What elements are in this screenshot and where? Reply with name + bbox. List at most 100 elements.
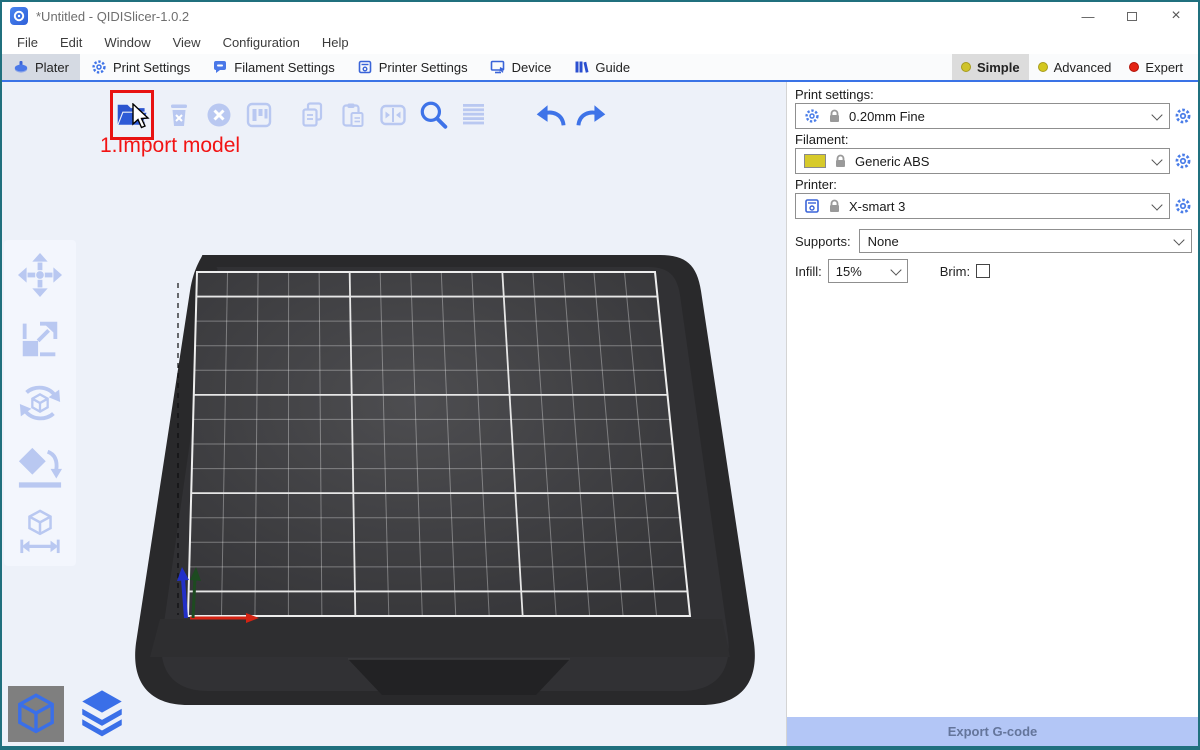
delete-all-button[interactable] bbox=[202, 95, 236, 135]
supports-combo[interactable]: None bbox=[859, 229, 1192, 253]
gear-icon bbox=[91, 59, 107, 75]
window-title: *Untitled - QIDISlicer-1.0.2 bbox=[36, 9, 189, 24]
editor-view-button[interactable] bbox=[8, 686, 64, 742]
delete-button[interactable] bbox=[162, 95, 196, 135]
printer-value: X-smart 3 bbox=[849, 199, 905, 214]
chevron-down-icon bbox=[890, 264, 901, 275]
rotate-tool-button[interactable] bbox=[16, 378, 64, 428]
tab-guide[interactable]: Guide bbox=[562, 54, 641, 80]
move-tool-button[interactable] bbox=[16, 250, 64, 300]
tab-label: Printer Settings bbox=[379, 60, 468, 75]
app-logo-icon bbox=[10, 7, 28, 25]
infill-label: Infill: bbox=[795, 264, 822, 279]
redo-button[interactable] bbox=[574, 95, 608, 135]
menu-file[interactable]: File bbox=[6, 30, 49, 54]
print-settings-combo[interactable]: 0.20mm Fine bbox=[795, 103, 1170, 129]
place-on-face-icon bbox=[17, 444, 63, 490]
menu-view[interactable]: View bbox=[162, 30, 212, 54]
filament-combo[interactable]: Generic ABS bbox=[795, 148, 1170, 174]
scale-tool-button[interactable] bbox=[16, 314, 64, 364]
mode-simple[interactable]: Simple bbox=[952, 54, 1029, 80]
printer-icon bbox=[357, 59, 373, 75]
place-on-face-tool-button[interactable] bbox=[16, 442, 64, 492]
lock-icon bbox=[834, 154, 847, 168]
device-monitor-icon bbox=[490, 59, 506, 75]
tab-printer-settings[interactable]: Printer Settings bbox=[346, 54, 479, 80]
close-button[interactable]: × bbox=[1154, 2, 1198, 30]
brim-checkbox[interactable] bbox=[976, 264, 990, 278]
mode-label: Expert bbox=[1145, 60, 1183, 75]
paste-button[interactable] bbox=[336, 95, 370, 135]
preview-view-button[interactable] bbox=[74, 686, 130, 742]
printer-label: Printer: bbox=[795, 176, 1192, 193]
undo-arrow-icon bbox=[535, 100, 567, 130]
edit-print-settings-gear-button[interactable] bbox=[1174, 107, 1192, 125]
chevron-down-icon bbox=[1173, 234, 1184, 245]
expert-dot-icon bbox=[1129, 62, 1139, 72]
print-settings-value: 0.20mm Fine bbox=[849, 109, 925, 124]
variable-layer-height-button[interactable] bbox=[456, 95, 490, 135]
mode-label: Advanced bbox=[1054, 60, 1112, 75]
menu-help[interactable]: Help bbox=[311, 30, 360, 54]
menu-configuration[interactable]: Configuration bbox=[212, 30, 311, 54]
filament-value: Generic ABS bbox=[855, 154, 929, 169]
supports-value: None bbox=[868, 234, 899, 249]
tab-label: Device bbox=[512, 60, 552, 75]
preview-layers-icon bbox=[77, 689, 127, 739]
menu-window[interactable]: Window bbox=[93, 30, 161, 54]
copy-button[interactable] bbox=[296, 95, 330, 135]
split-objects-button[interactable] bbox=[376, 95, 410, 135]
tab-filament-settings[interactable]: Filament Settings bbox=[201, 54, 345, 80]
maximize-button[interactable] bbox=[1110, 2, 1154, 30]
copy-icon bbox=[299, 101, 327, 129]
gear-icon bbox=[804, 108, 820, 124]
tab-device[interactable]: Device bbox=[479, 54, 563, 80]
plater-toolbar bbox=[110, 90, 614, 140]
app-window: *Untitled - QIDISlicer-1.0.2 — × File Ed… bbox=[0, 0, 1200, 750]
mode-advanced[interactable]: Advanced bbox=[1029, 54, 1121, 80]
menu-edit[interactable]: Edit bbox=[49, 30, 93, 54]
supports-label: Supports: bbox=[795, 234, 851, 249]
edit-filament-gear-button[interactable] bbox=[1174, 152, 1192, 170]
lock-icon bbox=[828, 199, 841, 213]
3d-viewport[interactable]: 1.Import model bbox=[2, 82, 786, 746]
filament-label: Filament: bbox=[795, 131, 1192, 148]
measure-tool-button[interactable] bbox=[16, 506, 64, 556]
tab-plater[interactable]: Plater bbox=[2, 54, 80, 80]
split-arrows-icon bbox=[379, 101, 407, 129]
export-gcode-button[interactable]: Export G-code bbox=[787, 717, 1198, 746]
guide-books-icon bbox=[573, 59, 589, 75]
paste-icon bbox=[339, 101, 367, 129]
tab-label: Filament Settings bbox=[234, 60, 334, 75]
search-button[interactable] bbox=[416, 95, 450, 135]
settings-panel: Print settings: 0.20mm Fine Filament: Ge… bbox=[786, 82, 1198, 746]
arrange-button[interactable] bbox=[242, 95, 276, 135]
tab-label: Print Settings bbox=[113, 60, 190, 75]
minimize-button[interactable]: — bbox=[1066, 2, 1110, 30]
mode-label: Simple bbox=[977, 60, 1020, 75]
plater-icon bbox=[13, 59, 29, 75]
mode-expert[interactable]: Expert bbox=[1120, 54, 1192, 80]
maximize-icon bbox=[1127, 12, 1137, 21]
filament-color-swatch bbox=[804, 154, 826, 168]
tab-label: Plater bbox=[35, 60, 69, 75]
import-annotation: 1.Import model bbox=[100, 134, 240, 158]
chevron-down-icon bbox=[1151, 154, 1162, 165]
3d-editor-cube-icon bbox=[13, 691, 59, 737]
lock-icon bbox=[828, 109, 841, 123]
move-icon bbox=[17, 252, 63, 298]
infill-combo[interactable]: 15% bbox=[828, 259, 908, 283]
search-icon bbox=[418, 100, 448, 130]
title-bar: *Untitled - QIDISlicer-1.0.2 — × bbox=[2, 2, 1198, 30]
edit-printer-gear-button[interactable] bbox=[1174, 197, 1192, 215]
printer-combo[interactable]: X-smart 3 bbox=[795, 193, 1170, 219]
printer-icon bbox=[804, 198, 820, 214]
rotate-icon bbox=[17, 380, 63, 426]
print-settings-label: Print settings: bbox=[795, 86, 1192, 103]
mouse-cursor bbox=[130, 103, 154, 131]
measure-icon bbox=[17, 508, 63, 554]
undo-button[interactable] bbox=[534, 95, 568, 135]
circle-x-icon bbox=[205, 101, 233, 129]
tab-print-settings[interactable]: Print Settings bbox=[80, 54, 201, 80]
chevron-down-icon bbox=[1151, 109, 1162, 120]
